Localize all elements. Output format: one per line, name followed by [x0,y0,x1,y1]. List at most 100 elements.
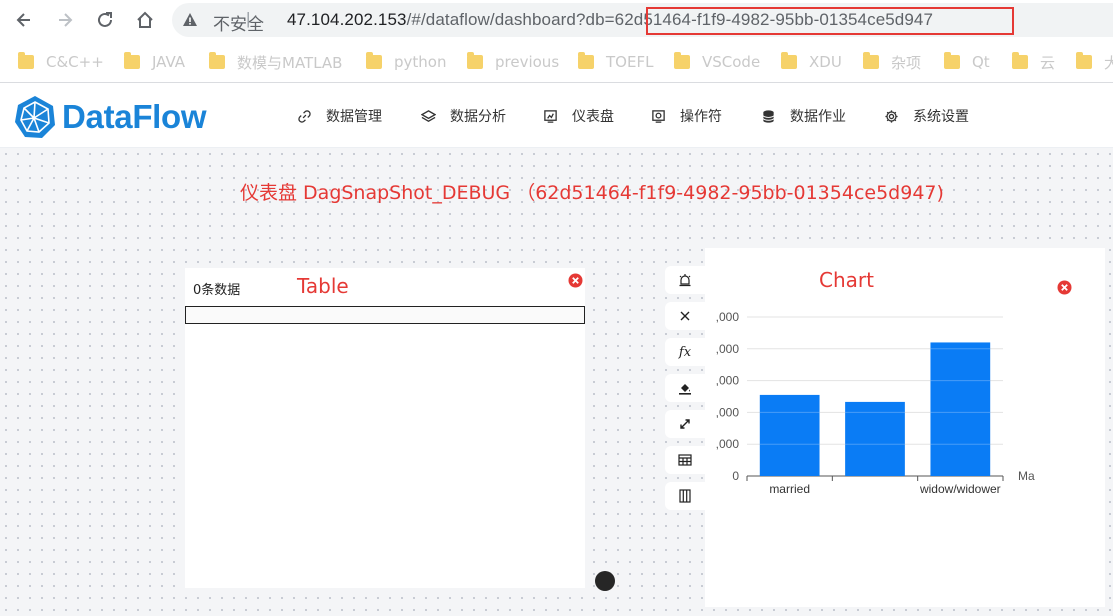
bookmark-item[interactable]: 大 [1076,52,1113,72]
bookmark-item[interactable]: 杂项 [863,52,921,72]
reload-icon [98,12,112,27]
bookmark-label: VSCode [702,53,761,71]
bookmark-item[interactable]: XDU [781,52,842,72]
bookmark-label: C&C++ [46,53,104,71]
widget-tool-strip: fx [665,266,705,518]
chart-bar [930,342,991,476]
nav-item-label: 操作符 [680,109,722,125]
bookmark-item[interactable]: JAVA [124,52,185,72]
folder-icon [863,52,879,69]
nav-item-data-jobs[interactable]: 数据作业 [760,106,846,126]
nav-item-label: 系统设置 [913,109,969,125]
insecure-label: 不安全 [213,15,264,35]
close-icon [680,311,690,321]
nav-item-label: 数据作业 [790,109,846,125]
home-icon [137,11,153,28]
address-separator: | [246,9,251,28]
dashboard-icon [542,108,558,124]
bookmark-item[interactable]: 云 [1012,52,1055,72]
reload-button[interactable] [93,8,117,32]
table-view-button[interactable] [665,446,705,474]
folder-icon [578,52,594,69]
operator-icon [650,108,666,124]
x-tick-label: married [769,482,810,496]
y-tick-label: ,000 [716,342,740,356]
folder-icon [1012,52,1028,69]
chart-widget[interactable]: ,000 ,000 ,000 ,000 ,000 0 married widow/widowe… [705,248,1105,607]
nav-item-label: 数据管理 [326,109,382,125]
bookmark-label: 大 [1104,53,1113,72]
x-tick-label: widow/widower [919,482,1001,496]
alarm-button[interactable] [665,266,705,294]
bookmark-label: 数模与MATLAB [237,53,343,72]
nav-item-label: 数据分析 [450,109,506,125]
logo[interactable]: DataFlow [12,94,207,140]
dataflow-logo-icon [15,96,55,138]
fill-color-button[interactable] [665,374,705,402]
nav-item-label: 仪表盘 [572,109,614,125]
bookmarks-bar: C&C++ JAVA 数模与MATLAB python previous TOE… [0,40,1113,83]
formula-button[interactable]: fx [665,338,705,366]
columns-icon [679,489,691,503]
bookmark-label: 杂项 [891,53,922,72]
nav-item-operators[interactable]: 操作符 [650,106,722,126]
folder-icon [209,52,225,69]
arrow-left-icon [16,13,30,27]
y-tick-label: ,000 [716,437,740,451]
layers-icon [420,108,436,124]
nav-item-data-management[interactable]: 数据管理 [296,106,382,126]
bar-chart: ,000 ,000 ,000 ,000 ,000 0 married widow/widowe… [716,310,1035,496]
expand-button[interactable] [665,410,705,438]
forward-button[interactable] [53,8,77,32]
bookmark-item[interactable]: previous [467,52,559,72]
link-icon [296,108,312,124]
drag-handle[interactable] [595,571,615,591]
back-button[interactable] [12,8,36,32]
dashboard-title: 仪表盘 DagSnapShot_DEBUG （62d51464-f1f9-498… [240,182,944,204]
bookmark-label: python [394,53,447,71]
table-widget-name: Table [297,274,349,298]
folder-icon [781,52,797,69]
close-circle-icon[interactable] [1057,280,1072,295]
x-axis-label: Ma [1018,469,1035,483]
bookmark-item[interactable]: C&C++ [18,52,104,72]
bookmark-item[interactable]: VSCode [674,52,760,72]
bookmark-item[interactable]: python [366,52,446,72]
bookmark-label: TOEFL [606,53,654,71]
expand-icon [680,419,690,429]
fx-icon: fx [678,344,692,360]
nav-item-system-settings[interactable]: 系统设置 [883,106,969,126]
y-tick-label: 0 [732,469,739,483]
nav-item-dashboard[interactable]: 仪表盘 [542,106,614,126]
close-tool-button[interactable] [665,302,705,330]
bookmark-item[interactable]: TOEFL [578,52,653,72]
app-header: DataFlow 数据管理 数据分析 仪表盘 操作符 数据作业 系统设置 [0,84,1113,148]
folder-icon [124,52,140,69]
folder-icon [674,52,690,69]
folder-icon [944,52,960,69]
arrow-right-icon [59,13,73,27]
bookmark-item[interactable]: 数模与MATLAB [209,52,342,72]
chart-bar [845,401,905,476]
chart-widget-name: Chart [819,268,874,292]
alarm-icon [679,274,691,287]
url-host: 47.104.202.153 [287,10,407,29]
close-circle-icon[interactable] [568,273,583,288]
url-highlight-annotation [646,7,1014,35]
bookmark-label: Qt [972,53,990,71]
home-button[interactable] [133,8,157,32]
folder-icon [366,52,382,69]
table-widget[interactable]: 0条数据 Table [185,268,585,588]
table-row-count: 0条数据 [193,283,241,298]
browser-toolbar: 不安全 | 47.104.202.153/#/dataflow/dashboar… [0,0,1113,40]
folder-icon [467,52,483,69]
bookmark-label: 云 [1040,53,1056,72]
bookmark-item[interactable]: Qt [944,52,990,72]
bookmark-label: previous [495,53,560,71]
column-view-button[interactable] [665,482,705,510]
y-tick-label: ,000 [716,405,740,419]
database-icon [760,108,776,124]
bookmark-label: JAVA [152,53,186,71]
warning-icon [183,13,197,26]
nav-item-data-analysis[interactable]: 数据分析 [420,106,506,126]
